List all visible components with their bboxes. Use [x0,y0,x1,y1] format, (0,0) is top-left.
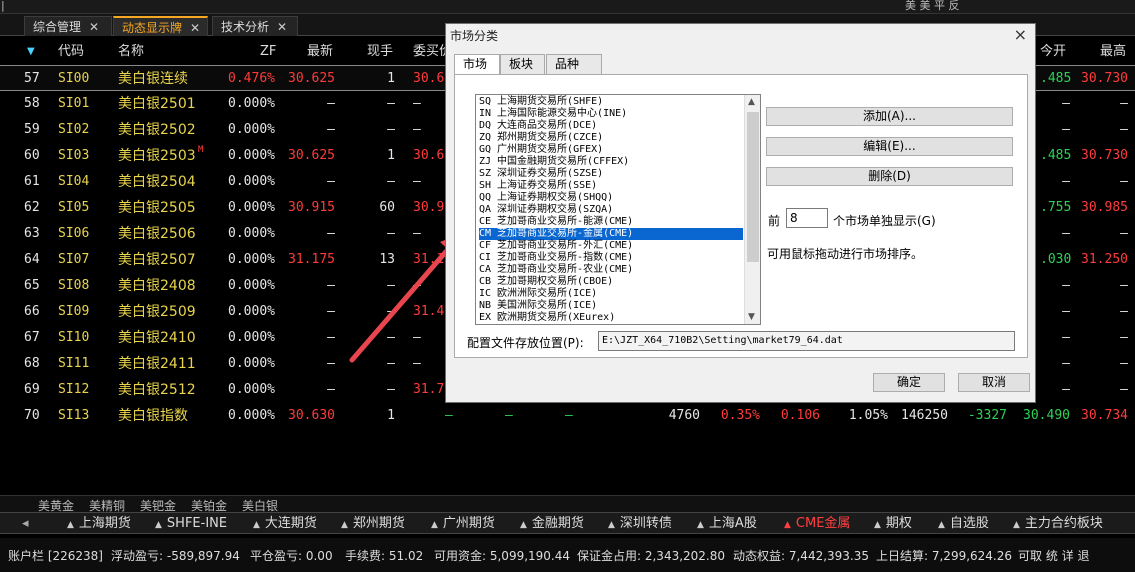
config-path-field[interactable]: E:\JZT_X64_710B2\Setting\market79_64.dat [598,331,1015,351]
add-button[interactable]: 添加(A)... [766,107,1013,126]
market-tab[interactable]: ▲ 自选股 [938,515,989,534]
triangle-up-icon: ▲ [253,520,260,530]
drag-hint: 可用鼠标拖动进行市场排序。 [767,247,924,261]
list-item[interactable]: CB 芝加哥期权交易所(CBOE) [479,276,743,288]
list-scrollbar[interactable]: ▲ ▼ [744,95,760,324]
market-tab[interactable]: ▲ 深圳转债 [608,515,672,534]
market-tab[interactable]: ▲ 主力合约板块 [1013,515,1103,534]
margin: 保证金占用: 2,343,202.80 [577,549,726,563]
edit-button[interactable]: 编辑(E)... [766,137,1013,156]
market-tab-label: 上海A股 [708,516,757,531]
market-tab-bar: ◂ ▲ 上海期货 ▲ SHFE-INE ▲ 大连期货 ▲ 郑州期货 ▲ 广州期货 ▲ 金融期… [0,512,1135,534]
fee: 手续费: 51.02 [345,549,424,563]
list-item[interactable]: ZJ 中国金融期货交易所(CFFEX) [479,156,743,168]
market-tab[interactable]: ▲ SHFE-INE [155,515,227,534]
market-tab[interactable]: ▲ 金融期货 [520,515,584,534]
scroll-up-icon[interactable]: ▲ [748,97,755,107]
prev-settlement: 上日结算: 7,299,624.26 [876,549,1013,563]
available-funds: 可用资金: 5,099,190.44 [434,549,571,563]
list-item[interactable]: CA 芝加哥商业交易所-农业(CME) [479,264,743,276]
market-list[interactable]: SQ 上海期货交易所(SHFE) IN 上海国际能源交易中心(INE) DQ 大… [475,94,761,325]
list-item[interactable]: DQ 大连商品交易所(DCE) [479,120,743,132]
dynamic-equity: 动态权益: 7,442,393.35 [733,549,870,563]
triangle-up-icon: ▲ [155,520,162,530]
triangle-up-icon: ▲ [1013,520,1020,530]
account-status-bar: 账户栏 [226238] 浮动盈亏: -589,897.94 平仓盈亏: 0.0… [0,538,1135,572]
list-item[interactable]: QQ 上海证券期权交易(SHQQ) [479,192,743,204]
arrow-shaft [349,244,453,363]
tab-market[interactable]: 市场 [454,54,500,75]
list-item[interactable]: IN 上海国际能源交易中心(INE) [479,108,743,120]
market-category-dialog: 市场分类 × 市场 板块 品种 SQ 上海期货交易所(SHFE) IN 上海国际… [445,23,1036,403]
market-tab-label: CME金属 [795,516,851,531]
triangle-up-icon: ▲ [608,520,615,530]
market-tab[interactable]: ▲ 上海期货 [67,515,131,534]
scroll-left-icon[interactable]: ◂ [22,515,29,533]
triangle-up-icon: ▲ [67,520,74,530]
market-tab[interactable]: ▲ 郑州期货 [341,515,405,534]
path-label: 配置文件存放位置(P): [467,336,584,350]
market-tab-label: 期权 [885,516,912,531]
triangle-up-icon: ▲ [874,520,881,530]
market-tab-label: 深圳转债 [619,516,672,531]
ok-button[interactable]: 确定 [873,373,945,392]
market-tab-label: SHFE-INE [166,516,228,531]
triangle-up-icon: ▲ [431,520,438,530]
market-tab-label: 自选股 [949,516,989,531]
list-item[interactable]: CF 芝加哥商业交易所-外汇(CME) [479,240,743,252]
market-tab-pane: SQ 上海期货交易所(SHFE) IN 上海国际能源交易中心(INE) DQ 大… [454,74,1028,358]
list-item[interactable]: GQ 广州期货交易所(GFEX) [479,144,743,156]
front-label: 前 [768,214,781,228]
cancel-button[interactable]: 取消 [958,373,1030,392]
list-item[interactable]: SZ 深圳证券交易所(SZSE) [479,168,743,180]
tab-sector[interactable]: 板块 [500,54,545,74]
triangle-up-icon: ▲ [697,520,704,530]
list-item[interactable]: SQ 上海期货交易所(SHFE) [479,96,743,108]
market-tab-label: 广州期货 [442,516,495,531]
triangle-up-icon: ▲ [341,520,348,530]
front-count-input[interactable]: 8 [786,208,828,228]
list-item[interactable]: SH 上海证券交易所(SSE) [479,180,743,192]
list-item[interactable]: IC 欧洲洲际交易所(ICE) [479,288,743,300]
market-tab[interactable]: ▲ 广州期货 [431,515,495,534]
close-pl: 平仓盈亏: 0.00 [250,549,333,563]
sub-category-bar: 美黄金 美精铜 美钯金 美铂金 美白银 [0,495,1135,513]
list-item[interactable]: QA 深圳证券期权交易(SZQA) [479,204,743,216]
float-pl: 浮动盈亏: -589,897.94 [111,549,240,563]
triangle-up-icon: ▲ [784,520,791,530]
triangle-up-icon: ▲ [938,520,945,530]
market-tab-active[interactable]: ▲ CME金属 [784,515,850,534]
list-item[interactable]: EX 欧洲期货交易所(XEurex) [479,312,743,324]
market-tab-label: 大连期货 [264,516,317,531]
list-item[interactable]: CI 芝加哥商业交易所-指数(CME) [479,252,743,264]
market-tab-label: 主力合约板块 [1024,516,1103,531]
delete-button[interactable]: 删除(D) [766,167,1013,186]
account-id[interactable]: 账户栏 [226238] [8,547,103,564]
market-tab-label: 郑州期货 [352,516,405,531]
market-tab[interactable]: ▲ 大连期货 [253,515,317,534]
list-item-selected[interactable]: CM 芝加哥商业交易所-金属(CME) [479,228,743,240]
list-item[interactable]: NB 美国洲际交易所(ICE) [479,300,743,312]
market-tab-label: 上海期货 [78,516,131,531]
tab-variety[interactable]: 品种 [546,54,602,74]
scroll-down-icon[interactable]: ▼ [748,312,755,322]
status-actions[interactable]: 可取 统 详 退 [1018,547,1089,564]
triangle-up-icon: ▲ [520,520,527,530]
market-tab[interactable]: ▲ 期权 [874,515,912,534]
list-item[interactable]: ZQ 郑州期货交易所(CZCE) [479,132,743,144]
list-item[interactable]: CE 芝加哥商业交易所-能源(CME) [479,216,743,228]
dialog-title: 市场分类 [450,29,499,43]
front-suffix-label: 个市场单独显示(G) [833,214,936,228]
market-tab[interactable]: ▲ 上海A股 [697,515,757,534]
market-tab-label: 金融期货 [531,516,584,531]
close-icon[interactable]: × [1014,25,1027,44]
scroll-thumb[interactable] [747,112,759,262]
